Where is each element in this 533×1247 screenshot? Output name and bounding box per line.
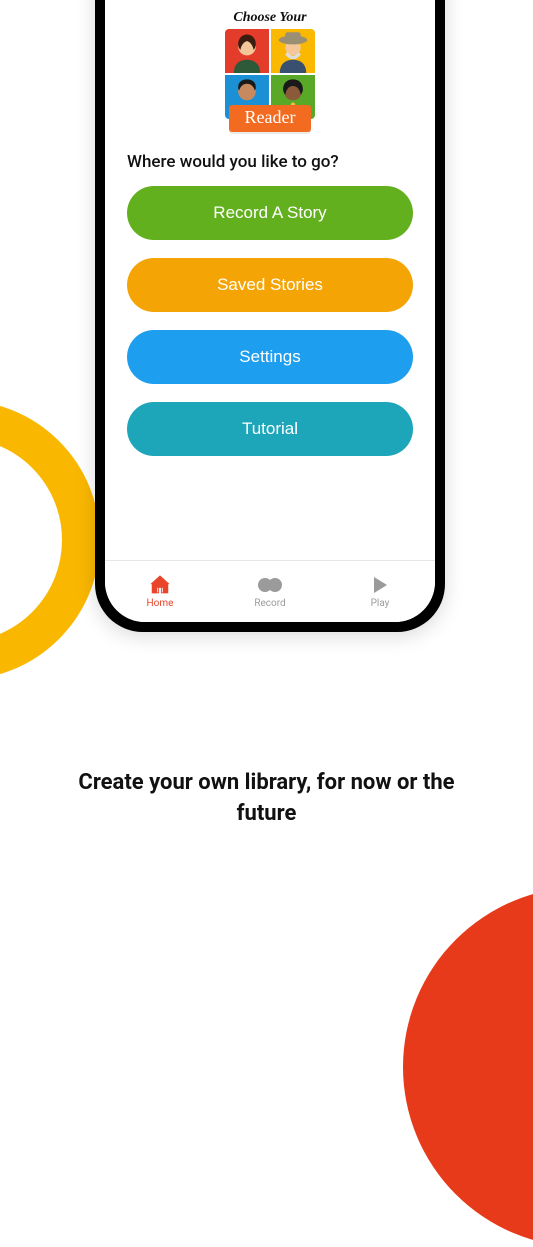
tab-play[interactable]: Play <box>345 574 415 609</box>
prompt-text: Where would you like to go? <box>127 152 339 172</box>
record-story-button[interactable]: Record A Story <box>127 186 413 240</box>
app-logo: Choose Your Reader <box>205 10 335 132</box>
logo-avatar-2 <box>271 29 315 73</box>
logo-avatar-1 <box>225 29 269 73</box>
logo-ribbon: Reader <box>210 105 330 132</box>
saved-stories-button[interactable]: Saved Stories <box>127 258 413 312</box>
record-icon <box>257 574 283 596</box>
logo-top-text: Choose Your <box>233 10 306 26</box>
settings-button[interactable]: Settings <box>127 330 413 384</box>
phone-screen: Choose Your Reader <box>105 0 435 622</box>
play-icon <box>371 574 389 596</box>
tab-record-label: Record <box>254 598 285 609</box>
decorative-yellow-ring <box>0 400 100 680</box>
marketing-tagline: Create your own library, for now or the … <box>0 768 533 830</box>
home-icon <box>149 574 171 596</box>
tab-record[interactable]: Record <box>235 574 305 609</box>
logo-ribbon-text: Reader <box>229 105 312 132</box>
app-content: Choose Your Reader <box>105 0 435 560</box>
tab-home-label: Home <box>147 598 174 609</box>
menu-button-group: Record A Story Saved Stories Settings Tu… <box>127 186 413 456</box>
tab-bar: Home Record Play <box>105 560 435 622</box>
tutorial-button[interactable]: Tutorial <box>127 402 413 456</box>
tab-home[interactable]: Home <box>125 574 195 609</box>
phone-frame: Choose Your Reader <box>95 0 445 632</box>
tab-play-label: Play <box>371 598 390 609</box>
decorative-red-swoosh <box>403 887 533 1247</box>
